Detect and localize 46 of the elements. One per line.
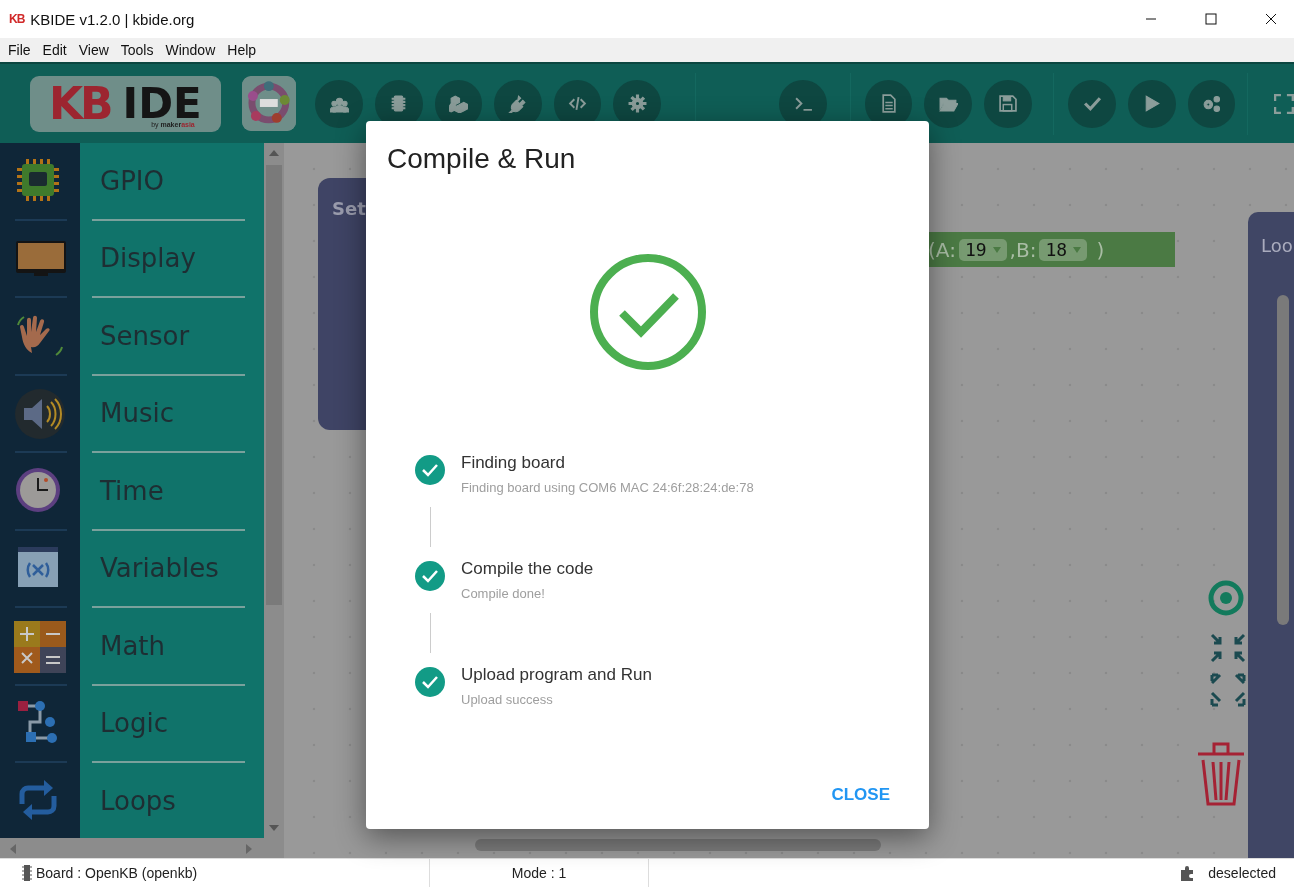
menu-item[interactable]: Tools [114,42,160,58]
check-icon [1082,94,1102,113]
step-detail: Finding board using COM6 MAC 24:6f:28:24:de:78 [461,480,754,495]
step-detail: Compile done! [461,586,546,601]
menu-item[interactable]: File [2,42,37,58]
success-check-icon [588,253,707,371]
step-detail: Upload success [461,692,554,707]
close-button[interactable]: CLOSE [813,781,908,809]
mode-status: Mode : 1 [511,865,567,881]
people-button[interactable] [315,79,363,128]
caret-icon [992,246,1001,253]
caret-icon [1073,246,1082,253]
menu-item[interactable]: Edit [36,42,73,58]
chip-icon [22,865,32,881]
scrollbar[interactable] [264,143,284,838]
step-title: Upload program and Run [461,665,652,685]
scroll-down-icon[interactable] [269,825,279,833]
scroll-up-icon[interactable] [269,148,279,156]
menu-item[interactable]: Help [221,42,263,58]
block-label: Set [332,198,366,219]
math-icon[interactable] [14,620,66,673]
dialog-title: Compile & Run [387,143,577,175]
scrollbar[interactable] [475,839,881,851]
fullscreen-icon[interactable] [1274,93,1294,114]
board-status[interactable]: Board : OpenKB (openkb) [36,865,198,881]
scrollbar[interactable] [1277,295,1289,625]
play-button[interactable] [1128,79,1176,128]
menu-item[interactable]: Window [159,42,222,58]
plug-icon [508,94,528,113]
selection-status: deselected [1208,865,1276,881]
save-icon [998,94,1018,113]
block-label: Loo [1261,235,1293,256]
speaker-icon[interactable] [14,388,66,441]
community-logo-icon[interactable] [241,76,297,131]
folder-button[interactable] [924,79,972,128]
step-title: Finding board [461,453,566,473]
app-logo: KB [9,12,25,26]
value-dropdown[interactable]: 19 [958,238,1007,261]
file-icon [879,94,899,113]
value-dropdown[interactable]: 18 [1039,238,1088,261]
code-icon [568,94,588,113]
window-title: KBIDE v1.2.0 | kbide.org [30,10,195,28]
settings-icon [627,94,647,113]
trash-icon[interactable] [1197,740,1245,808]
step-title: Compile the code [461,559,594,579]
menu-item[interactable]: View [72,42,115,58]
